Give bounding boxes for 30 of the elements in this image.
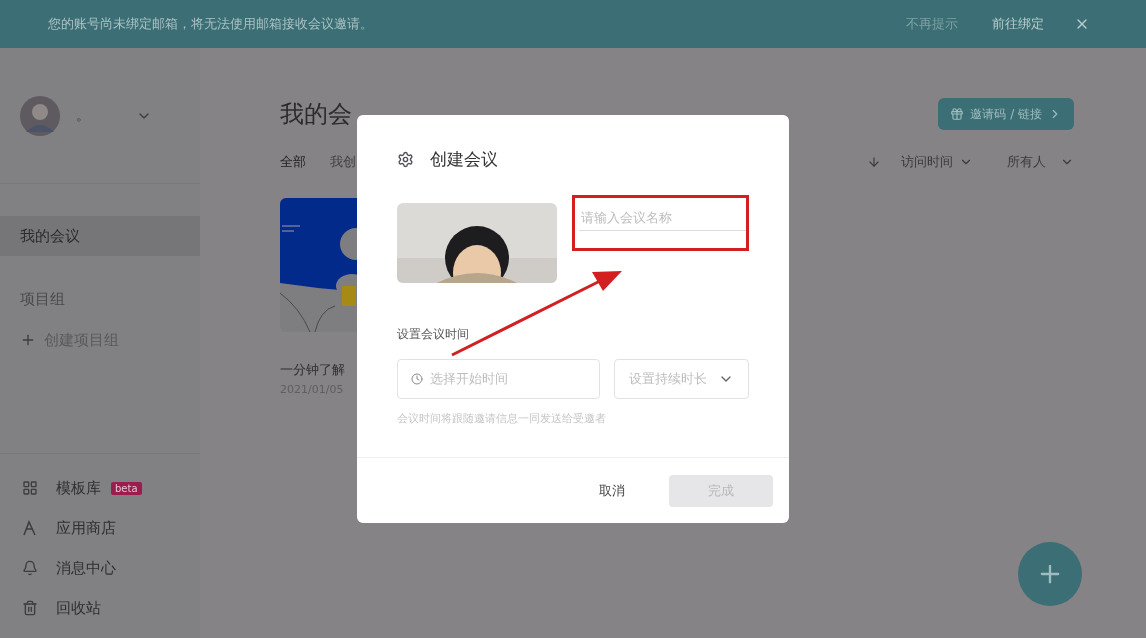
cancel-button[interactable]: 取消 <box>599 480 625 501</box>
nav-item[interactable]: 回收站 <box>56 596 101 620</box>
start-time-field[interactable]: 选择开始时间 <box>397 358 601 399</box>
letter-a-icon <box>22 520 38 536</box>
dismiss-link[interactable]: 不再提示 <box>906 14 958 34</box>
grid-icon <box>22 480 38 496</box>
dialog-title: 创建会议 <box>430 148 498 171</box>
gift-icon <box>950 107 965 121</box>
invite-code-button[interactable]: 邀请码 / 链接 <box>938 98 1074 130</box>
sort-dropdown[interactable]: 访问时间 <box>901 152 973 172</box>
page-title: 我的会 <box>280 99 352 130</box>
user-name: 。 <box>76 106 91 125</box>
sidebar-item[interactable]: 我的会议 <box>0 216 200 256</box>
avatar <box>20 95 60 136</box>
owner-dropdown[interactable]: 所有人 <box>1007 152 1074 172</box>
nav-item[interactable]: 模板库 <box>56 476 101 500</box>
filter-tab[interactable]: 我创 <box>330 152 356 172</box>
beta-badge: beta <box>111 481 142 495</box>
banner-message: 您的账号尚未绑定邮箱，将无法使用邮箱接收会议邀请。 <box>48 15 374 34</box>
settings-icon <box>397 151 414 169</box>
filter-tab[interactable]: 全部 <box>280 152 306 172</box>
trash-icon <box>22 600 38 616</box>
nav-item[interactable]: 消息中心 <box>56 556 116 580</box>
meeting-name-field[interactable]: 请输入会议名称 <box>579 204 749 231</box>
bell-icon <box>22 560 38 576</box>
duration-dropdown[interactable]: 设置持续时长 <box>614 358 749 399</box>
clock-icon <box>411 372 423 385</box>
time-label: 设置会议时间 <box>396 325 470 343</box>
nav-item[interactable]: 应用商店 <box>56 516 116 540</box>
bind-email-link[interactable]: 前往绑定 <box>992 14 1044 34</box>
